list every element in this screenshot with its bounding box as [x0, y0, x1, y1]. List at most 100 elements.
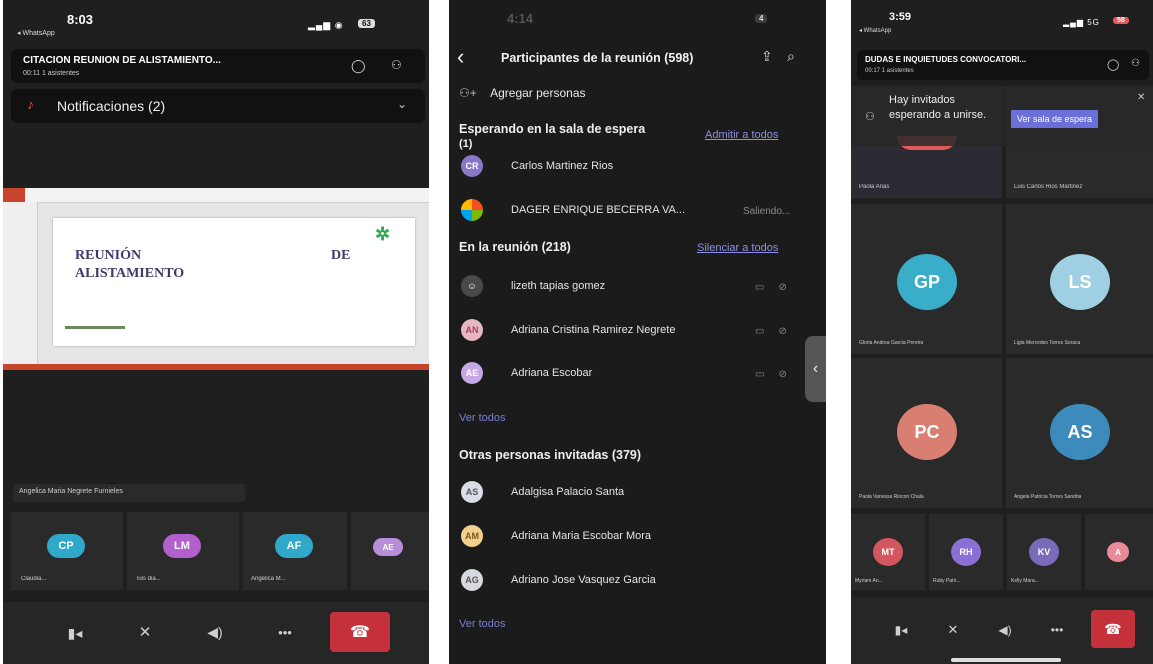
participants-icon[interactable]: ⚇ [1131, 58, 1140, 69]
participant-tile[interactable]: MT Myriam An... [851, 514, 925, 590]
participant-name: Adriana Maria Escobar Mora [511, 530, 652, 542]
list-item[interactable]: CR Carlos Martinez Rios [449, 150, 826, 186]
speaker-icon[interactable]: ◀) [985, 618, 1025, 642]
phone-meeting-screen: 8:03 ◂ WhatsApp ▂▄▆ ◉ 63 CITACION REUNIO… [3, 0, 429, 664]
speaker-icon[interactable]: ◀) [195, 620, 235, 644]
see-all-link[interactable]: Ver todos [459, 412, 505, 424]
tile-name: Myriam An... [855, 578, 883, 584]
battery-indicator: 58 [1113, 17, 1129, 24]
participant-name: lizeth tapias gomez [511, 280, 606, 292]
end-call-icon: ☎ [1104, 620, 1122, 637]
see-all-link[interactable]: Ver todos [459, 618, 505, 630]
participant-name: Adriana Cristina Ramirez Negrete [511, 324, 676, 336]
back-arrow-icon[interactable]: ‹ [457, 44, 464, 70]
more-options-button[interactable]: ••• [265, 620, 305, 644]
view-waiting-room-button[interactable]: Ver sala de espera [1011, 110, 1099, 128]
avatar: AE [373, 538, 403, 556]
signal-icon: ▂▄▆ 5G [1063, 18, 1100, 27]
list-item[interactable]: AN Adriana Cristina Ramirez Negrete ▭⊘ [449, 314, 826, 350]
tile-name: Kelly Mara... [1011, 578, 1039, 584]
participant-name: Carlos Martinez Rios [511, 160, 614, 172]
camera-mic-off-icon: ▭⊘ [755, 326, 801, 337]
list-item[interactable]: AM Adriana Maria Escobar Mora [449, 520, 826, 556]
share-icon[interactable]: ⇪ [761, 48, 773, 65]
mic-off-icon[interactable]: ✕ [933, 618, 973, 642]
participant-tile[interactable]: RH Ruby Patri... [929, 514, 1003, 590]
list-item[interactable]: AS Adalgisa Palacio Santa [449, 476, 826, 512]
more-options-button[interactable]: ••• [1037, 618, 1077, 642]
camera-off-icon[interactable]: ▮◂ [881, 618, 921, 642]
tile-name: Luis Carlos Rios Martinez [1014, 184, 1083, 190]
list-item[interactable]: ☺ lizeth tapias gomez ▭⊘ [449, 270, 826, 306]
avatar: ☺ [461, 275, 483, 297]
presenter-name: Angelica Maria Negrete Furnieles [19, 488, 123, 495]
avatar: PC [897, 404, 957, 460]
end-call-button[interactable]: ☎ [1091, 610, 1135, 648]
participant-tile[interactable]: KV Kelly Mara... [1007, 514, 1081, 590]
add-people-label: Agregar personas [490, 86, 586, 100]
slide-title-de: DE [331, 248, 351, 263]
leaving-status: Saliendo... [743, 206, 791, 217]
back-to-app-link[interactable]: ◂ WhatsApp [17, 29, 55, 37]
status-time: 4:14 [507, 11, 534, 26]
add-people-button[interactable]: ⚇+ Agregar personas [459, 86, 586, 100]
participant-name: Adriano Jose Vasquez Garcia [511, 574, 656, 586]
participant-tile[interactable]: LS Ligia Mercedes Torres Soraca [1006, 204, 1153, 354]
ppt-status-bar [3, 364, 429, 370]
avatar: LM [163, 534, 201, 558]
avatar: RH [951, 538, 981, 566]
mic-off-icon[interactable]: ✕ [125, 620, 165, 644]
avatar: AS [1050, 404, 1110, 460]
slide-title-line2: ALISTAMIENTO [75, 266, 185, 281]
participants-title: Participantes de la reunión (598) [501, 51, 694, 65]
meeting-duration: 00:17 1 asistentes [865, 68, 914, 74]
slide-footer-line [65, 326, 125, 329]
add-people-icon: ⚇+ [459, 86, 477, 100]
shared-screen: REUNIÓN DE ALISTAMIENTO ✲ [3, 188, 429, 370]
phone-participants-screen: 4:14 4 ‹ Participantes de la reunión (59… [449, 0, 826, 664]
tile-name: Ruby Patri... [933, 578, 961, 584]
participant-tile[interactable]: AS Angela Patricia Torres Sandria [1006, 358, 1153, 508]
tile-name: Gloria Andrea Garcia Pereira [859, 340, 924, 346]
avatar: AN [461, 319, 483, 341]
avatar: CP [47, 534, 85, 558]
chat-icon[interactable]: ◯ [1107, 58, 1119, 71]
participant-tile[interactable]: LM luis dia... [127, 512, 239, 590]
avatar: CR [461, 155, 483, 177]
end-call-button[interactable]: ☎ [330, 612, 390, 652]
participant-name: Adriana Escobar [511, 367, 593, 379]
list-item[interactable]: AG Adriano Jose Vasquez Garcia [449, 564, 826, 600]
camera-mic-off-icon: ▭⊘ [755, 282, 801, 293]
participant-name: DAGER ENRIQUE BECERRA VA... [511, 204, 686, 216]
home-indicator [951, 658, 1061, 662]
slide-thumbnails[interactable] [3, 202, 38, 366]
participant-tile[interactable]: A [1085, 514, 1153, 590]
notifications-bar[interactable]: ♪ Notificaciones (2) ⌄ [11, 89, 425, 123]
participants-icon[interactable]: ⚇ [391, 58, 402, 72]
participant-tile[interactable]: AF Angelica M... [243, 512, 347, 590]
collapse-panel-handle[interactable]: ‹ [805, 336, 826, 402]
admit-all-link[interactable]: Admitir a todos [705, 129, 778, 141]
list-item[interactable]: AE Adriana Escobar ▭⊘ [449, 357, 826, 393]
presenter-label: Angelica Maria Negrete Furnieles [13, 484, 245, 502]
participant-tile[interactable]: AE [351, 512, 429, 590]
meeting-title: DUDAS E INQUIETUDES CONVOCATORI... [865, 55, 1027, 64]
participants-header: ‹ Participantes de la reunión (598) ⇪ ⌕ [449, 40, 826, 76]
slide-canvas: REUNIÓN DE ALISTAMIENTO ✲ [53, 218, 415, 346]
mute-all-link[interactable]: Silenciar a todos [697, 242, 778, 254]
meeting-duration: 00:11 1 asistentes [23, 70, 80, 77]
search-icon[interactable]: ⌕ [787, 48, 795, 65]
participant-tile[interactable]: CP Claudia... [11, 512, 123, 590]
participant-tile[interactable]: GP Gloria Andrea Garcia Pereira [851, 204, 1002, 354]
tile-name: Claudia... [21, 576, 47, 582]
participant-tile[interactable]: PC Paola Vanessa Rincon Chala [851, 358, 1002, 508]
invited-section-title: Otras personas invitadas (379) [459, 448, 642, 462]
list-item[interactable]: DAGER ENRIQUE BECERRA VA... Saliendo... [449, 194, 826, 230]
back-to-app-link[interactable]: ◂ WhatsApp [859, 27, 891, 34]
meeting-header: DUDAS E INQUIETUDES CONVOCATORI... 00:17… [857, 50, 1149, 80]
close-icon[interactable]: ✕ [1137, 92, 1145, 103]
chevron-down-icon[interactable]: ⌄ [397, 97, 407, 111]
camera-off-icon[interactable]: ▮◂ [55, 622, 95, 644]
lobby-icon: ⚇ [865, 111, 875, 123]
chat-icon[interactable]: ◯ [351, 58, 366, 74]
